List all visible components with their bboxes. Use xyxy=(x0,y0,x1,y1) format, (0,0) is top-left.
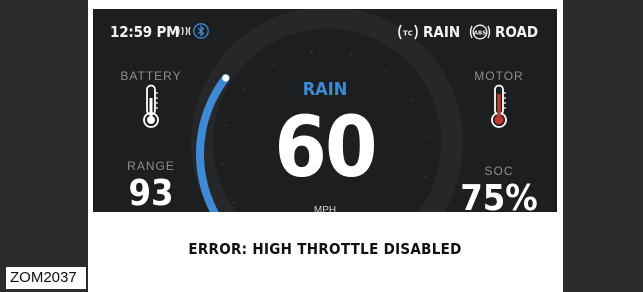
clock-time: 12:59 PM xyxy=(110,23,180,41)
figure-id-label: ZOM2037 xyxy=(6,267,86,289)
gauge-needle-dot xyxy=(222,74,230,82)
gauge-tick xyxy=(385,70,388,73)
motor-label: MOTOR xyxy=(474,69,524,83)
gauge-tick xyxy=(273,63,276,66)
battery-label: BATTERY xyxy=(120,69,182,83)
svg-text:TC: TC xyxy=(403,30,413,38)
soc-label: SOC xyxy=(484,164,514,178)
gauge-tick xyxy=(232,201,235,204)
traction-control-mode: RAIN xyxy=(423,23,461,41)
abs-icon: ABS xyxy=(469,24,491,40)
range-value: 93 xyxy=(128,173,174,214)
range-label: RANGE xyxy=(127,159,175,173)
svg-text:ABS: ABS xyxy=(474,31,486,37)
error-message: ERROR: HIGH THROTTLE DISABLED xyxy=(188,240,462,258)
status-bar: 12:59 PM TC RAIN ABS ROAD xyxy=(93,9,557,57)
traction-control-icon: TC xyxy=(398,24,418,40)
dashboard-display: 12:59 PM TC RAIN ABS ROAD BATTERY RANGE xyxy=(93,9,557,289)
left-margin xyxy=(0,0,88,292)
right-margin xyxy=(563,0,643,292)
gauge-tick xyxy=(425,136,428,139)
speed-readout: 60 xyxy=(274,98,377,196)
gauge-tick xyxy=(243,89,246,92)
abs-mode: ROAD xyxy=(495,23,539,41)
motor-thermometer-icon xyxy=(491,84,507,128)
gauge-tick xyxy=(221,163,224,166)
error-banner: ERROR: HIGH THROTTLE DISABLED xyxy=(93,212,557,289)
heated-grips-icon xyxy=(177,26,191,36)
bluetooth-icon xyxy=(193,23,209,39)
battery-thermometer-icon xyxy=(143,84,159,128)
